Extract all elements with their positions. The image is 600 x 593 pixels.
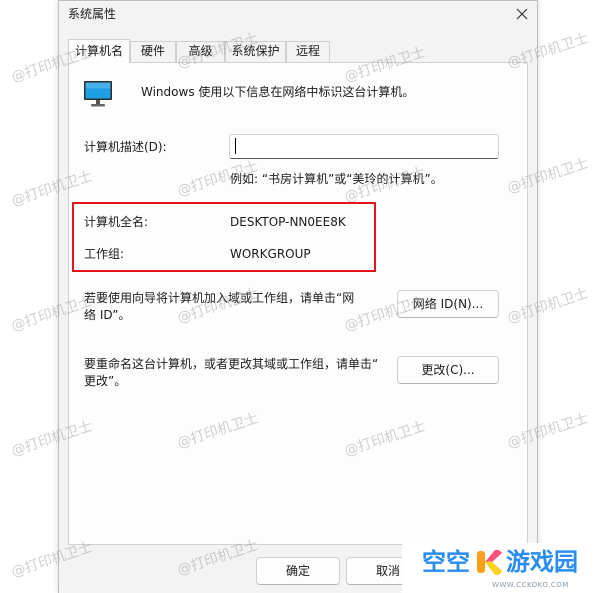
change-text-line-1: 要重命名这台计算机，或者更改其域或工作组，请单击“ [84,357,379,371]
description-example: 例如: “书房计算机”或“美玲的计算机”。 [230,172,443,186]
dialog-title: 系统属性 [68,7,117,21]
logo-text-right: 游戏园 [506,548,578,576]
description-label: 计算机描述(D): [84,140,167,154]
computer-description-input[interactable] [229,134,499,159]
highlight-box [72,202,376,272]
network-id-text-line-1: 若要使用向导将计算机加入域或工作组，请单击“网 [84,291,355,305]
logo-text-left: 空空 [422,548,470,576]
k-logo-icon [474,547,504,577]
text-caret [235,138,236,154]
logo-site-url: WWW.CCKOKO.COM [492,581,569,589]
change-button[interactable]: 更改(C)... [397,356,499,384]
network-id-button[interactable]: 网络 ID(N)... [397,290,499,318]
close-icon[interactable] [515,6,529,20]
change-text-line-2: 更改”。 [84,374,127,388]
monitor-icon [83,80,113,108]
tab-system-protection[interactable]: 系统保护 [225,41,286,62]
ok-button[interactable]: 确定 [256,557,340,585]
tab-hardware[interactable]: 硬件 [130,41,176,62]
tab-remote[interactable]: 远程 [286,41,330,62]
intro-text: Windows 使用以下信息在网络中标识这台计算机。 [141,85,415,99]
network-id-text-line-2: 络 ID”。 [84,308,131,322]
tab-computer-name[interactable]: 计算机名 [68,39,130,63]
tab-advanced[interactable]: 高级 [176,41,225,62]
screen: 系统属性 计算机名 硬件 高级 系统保护 远程 Windows 使用以下信息在网… [0,0,600,593]
site-logo: 空空 游戏园 WWW.CCKOKO.COM [402,543,600,593]
